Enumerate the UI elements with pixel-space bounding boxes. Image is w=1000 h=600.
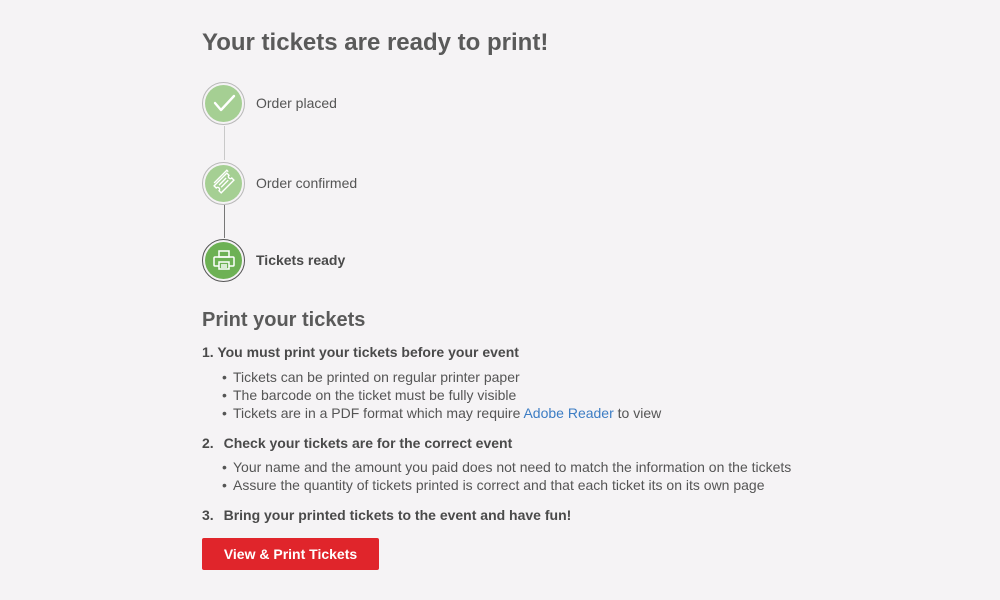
instruction-text: You must print your tickets before your … bbox=[217, 344, 519, 360]
instruction-number: 3. bbox=[202, 507, 214, 523]
step-connector bbox=[224, 205, 225, 238]
instruction-heading-1: 1. You must print your tickets before yo… bbox=[202, 344, 519, 360]
bullet-dot: • bbox=[222, 405, 227, 421]
step-ring bbox=[202, 81, 245, 125]
step-connector bbox=[224, 126, 225, 160]
list-item: • Your name and the amount you paid does … bbox=[222, 458, 791, 476]
list-item: • Assure the quantity of tickets printed … bbox=[222, 476, 791, 494]
step-ring bbox=[202, 238, 245, 282]
bullet-dot: • bbox=[222, 459, 227, 475]
step-tickets-ready: Tickets ready bbox=[202, 237, 345, 283]
instruction-number: 1. bbox=[202, 344, 214, 360]
list-item: • Tickets can be printed on regular print… bbox=[222, 368, 661, 386]
view-print-tickets-button[interactable]: View & Print Tickets bbox=[202, 538, 379, 570]
page-title: Your tickets are ready to print! bbox=[202, 29, 549, 56]
bullet-dot: • bbox=[222, 477, 227, 493]
bullet-dot: • bbox=[222, 387, 227, 403]
printer-icon bbox=[205, 241, 242, 279]
instruction-bullets-1: • Tickets can be printed on regular print… bbox=[222, 368, 661, 422]
instruction-heading-2: 2. Check your tickets are for the correc… bbox=[202, 435, 512, 451]
step-order-placed: Order placed bbox=[202, 80, 337, 126]
step-label: Order confirmed bbox=[256, 175, 358, 191]
instruction-number: 2. bbox=[202, 435, 214, 451]
instruction-text: Check your tickets are for the correct e… bbox=[223, 435, 513, 451]
list-item-text: Tickets are in a PDF format which may re… bbox=[233, 405, 524, 421]
list-item-text: Tickets can be printed on regular printe… bbox=[233, 369, 520, 385]
order-progress-steps: Order placed Order confirmed Tickets rea… bbox=[202, 80, 602, 285]
list-item-text: to view bbox=[613, 405, 662, 421]
list-item: • The barcode on the ticket must be fully… bbox=[222, 386, 661, 404]
section-title: Print your tickets bbox=[202, 309, 366, 331]
list-item-text: Assure the quantity of tickets printed i… bbox=[233, 477, 765, 493]
list-item: • Tickets are in a PDF format which may r… bbox=[222, 404, 661, 422]
bullet-dot: • bbox=[222, 369, 227, 385]
step-label: Tickets ready bbox=[256, 252, 346, 268]
instruction-text: Bring your printed tickets to the event … bbox=[223, 507, 572, 523]
instruction-heading-3: 3. Bring your printed tickets to the eve… bbox=[202, 507, 571, 523]
checkmark-icon bbox=[205, 84, 242, 122]
step-label: Order placed bbox=[256, 95, 337, 111]
instruction-bullets-2: • Your name and the amount you paid does … bbox=[222, 458, 791, 494]
ticket-icon bbox=[205, 164, 242, 202]
adobe-reader-link[interactable]: Adobe Reader bbox=[523, 405, 613, 421]
step-order-confirmed: Order confirmed bbox=[202, 160, 357, 206]
step-ring bbox=[202, 161, 245, 205]
list-item-text: Your name and the amount you paid does n… bbox=[233, 459, 792, 475]
list-item-text: The barcode on the ticket must be fully … bbox=[233, 387, 517, 403]
